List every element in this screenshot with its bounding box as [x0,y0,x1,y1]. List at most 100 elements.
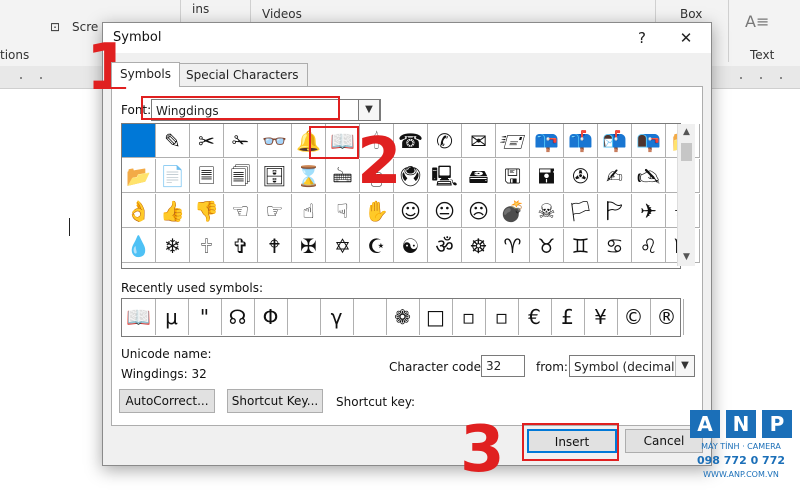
symbol-cell[interactable]: 🗐 [224,159,258,193]
recent-symbol-cell[interactable]: ® [650,299,684,335]
autocorrect-button[interactable]: AutoCorrect... [119,389,215,413]
symbol-cell[interactable]: ☪ [360,229,394,263]
recent-symbol-cell[interactable]: 📖 [122,299,156,335]
symbol-cell[interactable]: 👍 [156,194,190,228]
symbol-cell[interactable]: ☸ [462,229,496,263]
symbol-cell[interactable]: ♋ [598,229,632,263]
symbol-grid-scrollbar[interactable]: ▲ ▼ [677,124,695,266]
ribbon-videos-label[interactable]: Videos [262,7,302,21]
from-select[interactable]: Symbol (decimal) ▼ [569,355,695,377]
symbol-cell[interactable]: ✎ [156,124,190,158]
symbol-cell[interactable]: 🕆 [190,229,224,263]
symbol-cell[interactable]: ॐ [428,229,462,263]
symbol-cell[interactable]: 🖅 [496,124,530,158]
symbol-cell[interactable]: ♉ [530,229,564,263]
shortcut-key-label: Shortcut key: [336,395,416,409]
symbol-cell[interactable]: ✇ [564,159,598,193]
symbol-cell[interactable]: 🖴 [462,159,496,193]
symbol-cell[interactable]: 📄 [156,159,190,193]
symbol-cell[interactable]: 🏳 [564,194,598,228]
symbol-cell[interactable]: ✁ [224,124,258,158]
help-button[interactable]: ? [631,27,653,49]
symbol-cell[interactable]: ✠ [292,229,326,263]
recent-symbol-cell[interactable]: ☊ [221,299,255,335]
symbol-cell[interactable]: ☯ [394,229,428,263]
symbol-cell[interactable]: ☺ [394,194,428,228]
symbol-cell[interactable]: ☞ [258,194,292,228]
symbol-cell[interactable]: ✍ [598,159,632,193]
symbol-cell[interactable]: ☟ [326,194,360,228]
recent-symbol-cell[interactable]: ❁ [386,299,420,335]
anp-logo: A N P MÁY TÍNH · CAMERA 098 772 0 772 WW… [688,410,794,490]
symbol-cell[interactable]: ✉ [462,124,496,158]
recent-symbol-cell[interactable]: μ [155,299,189,335]
ruler-tick [20,77,22,79]
symbol-cell[interactable]: 🖮 [326,159,360,193]
symbol-cell[interactable]: ☹ [462,194,496,228]
symbol-cell[interactable]: ✋ [360,194,394,228]
symbol-cell[interactable]: 📪 [530,124,564,158]
shortcut-key-button[interactable]: Shortcut Key... [227,389,323,413]
recent-symbol-cell[interactable]: € [518,299,552,335]
recent-symbol-cell[interactable]: ▫ [452,299,486,335]
symbol-cell[interactable]: 📭 [632,124,666,158]
recent-symbol-cell[interactable]: © [617,299,651,335]
symbol-cell[interactable]: ⌛ [292,159,326,193]
logo-letter: N [726,410,756,438]
symbol-cell[interactable]: 🖳 [428,159,462,193]
scroll-down-icon[interactable]: ▼ [678,249,695,266]
symbol-cell[interactable]: ♈ [496,229,530,263]
close-button[interactable]: ✕ [675,27,697,49]
symbol-cell[interactable]: 📫 [564,124,598,158]
scroll-up-icon[interactable]: ▲ [678,124,695,141]
recent-symbol-cell[interactable]: ▫ [485,299,519,335]
symbol-cell[interactable]: ☜ [224,194,258,228]
screenshot-icon[interactable]: ⊡ [50,20,60,34]
recent-symbol-cell[interactable]: Φ [254,299,288,335]
symbol-cell[interactable]: ☝ [292,194,326,228]
tab-special-characters[interactable]: Special Characters [177,63,308,87]
symbol-cell[interactable]: 🏱 [598,194,632,228]
symbol-cell[interactable]: 💣 [496,194,530,228]
dialog-titlebar[interactable]: Symbol ? ✕ [103,23,711,53]
ribbon-addins-label[interactable]: ins [192,2,209,16]
symbol-cell[interactable]: 💧 [122,229,156,263]
ribbon-textbox-label[interactable]: Box [680,7,702,21]
symbol-cell[interactable]: ♌ [632,229,666,263]
symbol-cell[interactable]: ✆ [428,124,462,158]
character-code-input[interactable]: 32 [481,355,525,377]
symbol-cell[interactable]: ♊ [564,229,598,263]
symbol-cell[interactable]: 🖎 [632,159,666,193]
recent-symbol-cell[interactable]: □ [419,299,453,335]
annotation-box-insert [522,423,619,461]
tab-symbols[interactable]: Symbols [111,62,180,87]
font-select-dropdown[interactable]: ▼ [358,99,380,121]
symbol-cell[interactable]: 👌 [122,194,156,228]
recent-symbol-cell[interactable]: γ [320,299,354,335]
symbol-cell[interactable]: ❄ [156,229,190,263]
recent-symbol-cell[interactable] [353,299,387,335]
wordart-icon[interactable]: A≡ [745,12,769,31]
symbol-cell[interactable]: 🖫 [496,159,530,193]
recent-symbol-cell[interactable] [287,299,321,335]
symbol-cell[interactable]: ✡ [326,229,360,263]
symbol-cell[interactable]: 🕈 [258,229,292,263]
symbol-cell[interactable] [122,124,156,158]
symbol-cell[interactable]: 😐 [428,194,462,228]
symbol-cell[interactable]: ✈ [632,194,666,228]
character-code-label: Character code: [389,360,486,374]
symbol-cell[interactable]: 🖬 [530,159,564,193]
symbol-cell[interactable]: ✞ [224,229,258,263]
scroll-thumb[interactable] [681,143,692,161]
symbol-cell[interactable]: ✂ [190,124,224,158]
symbol-cell[interactable]: ☠ [530,194,564,228]
symbol-cell[interactable]: 📬 [598,124,632,158]
recent-symbol-cell[interactable]: ¥ [584,299,618,335]
symbol-cell[interactable]: 🗄 [258,159,292,193]
recent-symbol-cell[interactable]: " [188,299,222,335]
symbol-cell[interactable]: 🗏 [190,159,224,193]
symbol-cell[interactable]: 👎 [190,194,224,228]
symbol-cell[interactable]: 📂 [122,159,156,193]
symbol-cell[interactable]: 👓 [258,124,292,158]
recent-symbol-cell[interactable]: £ [551,299,585,335]
